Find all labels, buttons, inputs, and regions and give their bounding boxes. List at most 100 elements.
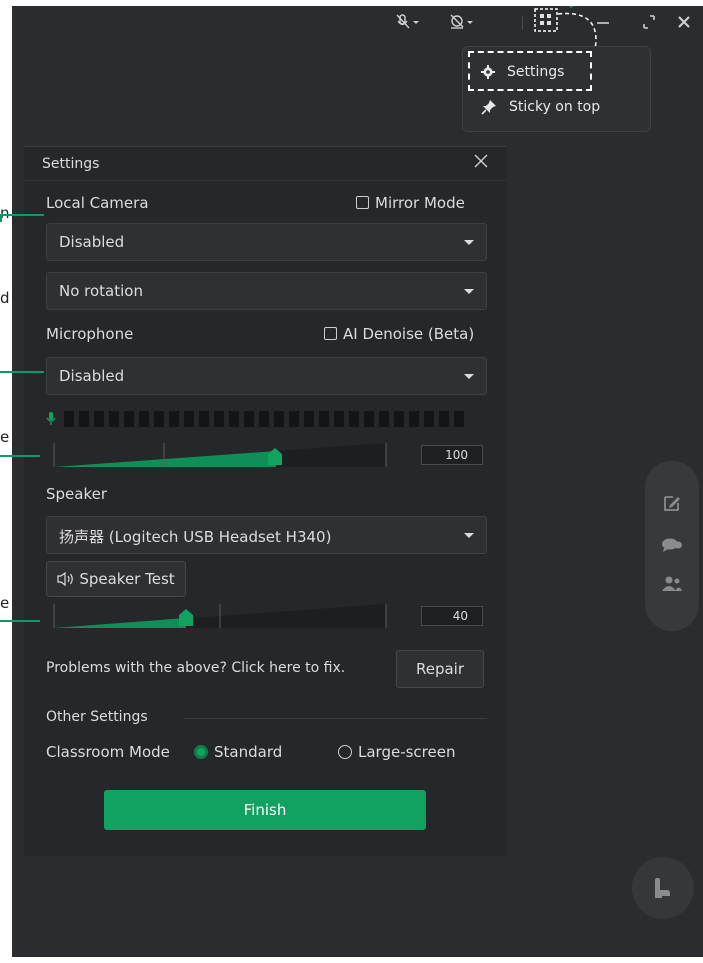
- mic-level-bar: [214, 411, 224, 427]
- speaker-test-label: Speaker Test: [79, 570, 175, 588]
- mic-level-bar: [184, 411, 194, 427]
- mic-volume-input[interactable]: 100: [421, 445, 483, 465]
- toolbar-dropdown-menu: Settings Sticky on top: [462, 46, 651, 132]
- classroom-mode-label: Classroom Mode: [46, 743, 170, 761]
- microphone-label: Microphone: [46, 325, 134, 343]
- annotation-text-mic-volume: e: [0, 428, 10, 446]
- mic-level-bar: [244, 411, 254, 427]
- checkbox-box: [324, 327, 337, 340]
- chevron-down-icon: [464, 289, 474, 294]
- fullscreen-icon[interactable]: [642, 14, 656, 34]
- mic-level-bar: [124, 411, 134, 427]
- mic-level-bar: [229, 411, 239, 427]
- mic-level-bar: [379, 411, 389, 427]
- speaker-label: Speaker: [46, 485, 108, 503]
- mic-level-bar: [79, 411, 89, 427]
- radio-standard-label: Standard: [214, 743, 283, 761]
- chat-icon[interactable]: [661, 536, 683, 558]
- ai-denoise-label: AI Denoise (Beta): [343, 325, 475, 343]
- section-divider: [184, 718, 487, 719]
- mirror-mode-label: Mirror Mode: [375, 194, 465, 212]
- titlebar-separator: [522, 16, 523, 30]
- speaker-test-button[interactable]: Speaker Test: [46, 561, 186, 597]
- annotation-line-speaker-volume: [0, 620, 40, 622]
- camera-device-select[interactable]: Disabled: [46, 223, 487, 261]
- annotation-tick: [0, 214, 2, 222]
- radio-standard[interactable]: Standard: [194, 743, 282, 761]
- dialog-title: Settings: [42, 156, 100, 172]
- pin-icon: [481, 100, 496, 115]
- radio-off-indicator: [338, 745, 352, 759]
- mic-level-bar: [334, 411, 344, 427]
- mic-level-bar: [349, 411, 359, 427]
- radio-large-screen-label: Large-screen: [358, 743, 456, 761]
- gear-icon: [481, 65, 495, 79]
- annotation-line-microphone: [0, 371, 44, 373]
- camera-rotation-select[interactable]: No rotation: [46, 272, 487, 310]
- camera-off-icon[interactable]: [450, 14, 476, 34]
- annotation-line-mic-volume: [0, 455, 40, 457]
- annotation-line-camera: [0, 214, 44, 216]
- speaker-device-select[interactable]: 扬声器 (Logitech USB Headset H340): [46, 516, 487, 554]
- speaker-icon: [57, 572, 74, 586]
- mic-level-bars: [64, 411, 464, 427]
- mirror-mode-checkbox[interactable]: Mirror Mode: [356, 194, 465, 212]
- camera-label: Local Camera: [46, 194, 149, 212]
- speaker-volume-input[interactable]: 40: [421, 606, 483, 626]
- checkbox-box: [356, 196, 369, 209]
- menu-item-settings[interactable]: Settings: [481, 61, 564, 83]
- settings-dialog: Settings Local Camera Mirror Mode Disabl…: [24, 146, 507, 856]
- menu-item-sticky[interactable]: Sticky on top: [481, 96, 600, 118]
- close-icon[interactable]: [677, 14, 691, 34]
- microphone-device-value: Disabled: [59, 367, 125, 385]
- mic-off-icon[interactable]: [396, 14, 422, 34]
- mic-level-bar: [64, 411, 74, 427]
- mic-level-bar: [454, 411, 464, 427]
- repair-prompt: Problems with the above? Click here to f…: [46, 660, 346, 676]
- ai-denoise-checkbox[interactable]: AI Denoise (Beta): [324, 325, 474, 343]
- finish-button-label: Finish: [243, 801, 287, 819]
- finish-button[interactable]: Finish: [104, 790, 426, 830]
- mic-level-icon: [46, 412, 56, 425]
- mic-level-bar: [319, 411, 329, 427]
- annotation-text-rotation: d: [0, 289, 10, 307]
- chevron-down-icon: [464, 240, 474, 245]
- mic-volume-thumb: [268, 448, 282, 465]
- mic-level-bar: [154, 411, 164, 427]
- mic-level-meter: [46, 411, 487, 427]
- mic-level-bar: [394, 411, 404, 427]
- edit-icon[interactable]: [662, 493, 682, 517]
- mic-level-bar: [199, 411, 209, 427]
- annotation-text-speaker-volume: e: [0, 594, 10, 612]
- menu-item-sticky-label: Sticky on top: [509, 99, 601, 115]
- radio-large-screen[interactable]: Large-screen: [338, 743, 455, 761]
- mic-level-bar: [259, 411, 269, 427]
- mic-level-bar: [109, 411, 119, 427]
- camera-device-value: Disabled: [59, 233, 125, 251]
- members-icon[interactable]: [661, 575, 683, 597]
- mic-level-bar: [94, 411, 104, 427]
- microphone-device-select[interactable]: Disabled: [46, 357, 487, 395]
- menu-item-settings-label: Settings: [507, 64, 565, 80]
- side-toolbar: [645, 461, 699, 631]
- mic-level-bar: [139, 411, 149, 427]
- chevron-down-icon: [464, 533, 474, 538]
- mic-level-bar: [439, 411, 449, 427]
- mic-volume-slider[interactable]: [52, 439, 388, 469]
- mic-level-bar: [424, 411, 434, 427]
- mic-level-bar: [364, 411, 374, 427]
- dialog-close-icon[interactable]: [473, 153, 489, 173]
- repair-button-label: Repair: [415, 660, 465, 678]
- speaker-volume-thumb: [179, 609, 193, 626]
- chevron-down-icon: [464, 374, 474, 379]
- raise-hand-icon: [655, 878, 670, 898]
- mic-level-bar: [274, 411, 284, 427]
- mic-level-bar: [304, 411, 314, 427]
- speaker-volume-slider[interactable]: [52, 600, 388, 630]
- repair-button[interactable]: Repair: [396, 650, 484, 688]
- mic-level-bar: [289, 411, 299, 427]
- radio-on-indicator: [194, 745, 208, 759]
- raise-hand-button[interactable]: [632, 857, 694, 919]
- other-settings-label: Other Settings: [46, 709, 148, 725]
- mic-level-bar: [409, 411, 419, 427]
